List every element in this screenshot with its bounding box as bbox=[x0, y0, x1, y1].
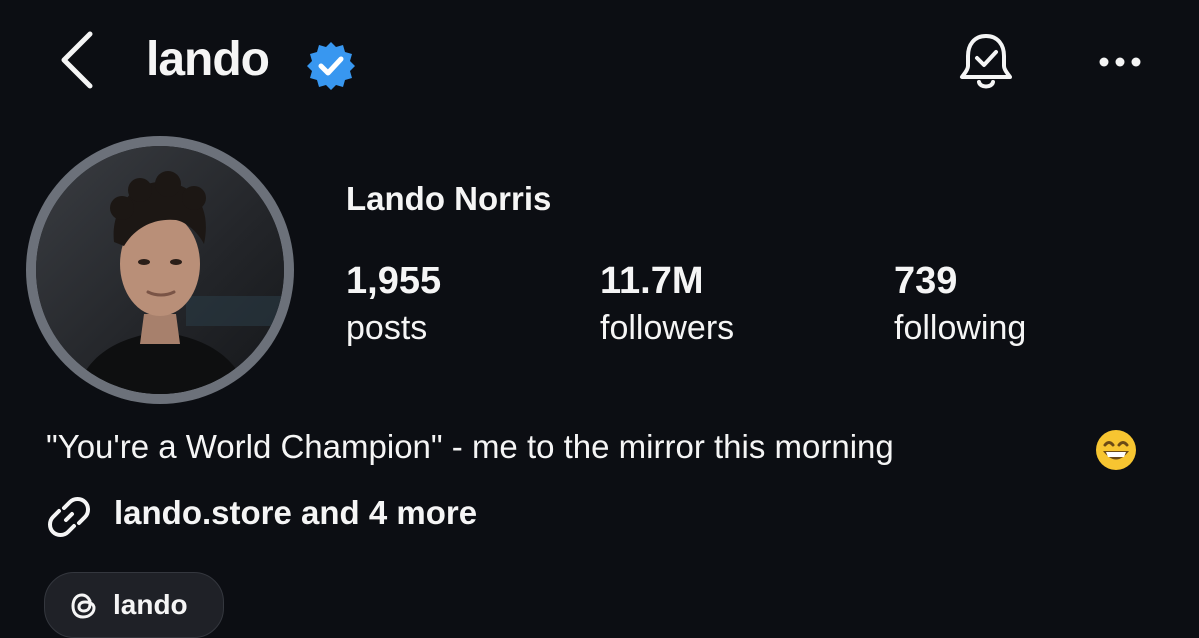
grinning-face-icon bbox=[1094, 428, 1138, 472]
threads-username: lando bbox=[113, 589, 188, 620]
stat-value: 1,955 bbox=[346, 260, 442, 302]
profile-bio: "You're a World Champion" - me to the mi… bbox=[46, 428, 894, 465]
profile-display-name: Lando Norris bbox=[346, 180, 552, 217]
back-button[interactable] bbox=[52, 28, 102, 92]
stat-value: 739 bbox=[894, 260, 958, 302]
profile-photo-image bbox=[36, 146, 284, 394]
links-label: lando.store and 4 more bbox=[114, 494, 478, 531]
notifications-button[interactable] bbox=[954, 30, 1018, 94]
stat-label: following bbox=[894, 309, 1027, 347]
chevron-left-icon bbox=[61, 31, 93, 89]
posts-count[interactable]: 1,955 posts bbox=[346, 260, 441, 348]
more-options-button[interactable] bbox=[1092, 44, 1148, 80]
threads-profile-button[interactable]: lando bbox=[44, 572, 224, 638]
stat-label: posts bbox=[346, 309, 428, 347]
followers-count[interactable]: 11.7M followers bbox=[600, 260, 734, 348]
link-icon bbox=[48, 497, 90, 537]
stat-value: 11.7M bbox=[600, 260, 704, 302]
stat-label: followers bbox=[600, 309, 735, 347]
header-username: lando bbox=[146, 33, 270, 86]
following-count[interactable]: 739 following bbox=[894, 260, 1026, 348]
verified-badge-icon bbox=[306, 40, 356, 90]
more-horizontal-icon bbox=[1099, 57, 1141, 67]
avatar[interactable] bbox=[36, 146, 284, 394]
bell-check-icon bbox=[960, 34, 1012, 89]
threads-icon bbox=[71, 593, 96, 619]
